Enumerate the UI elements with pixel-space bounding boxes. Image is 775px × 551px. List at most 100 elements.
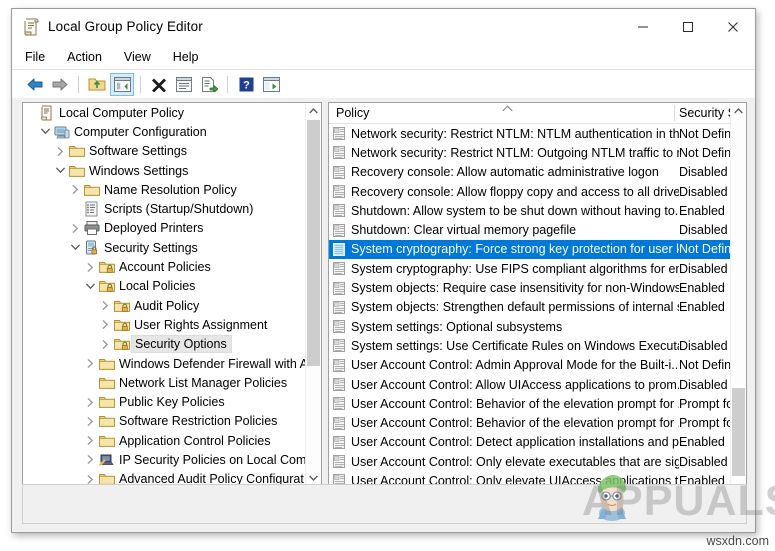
minimize-button[interactable] xyxy=(620,9,665,45)
policy-list-row[interactable]: System cryptography: Force strong key pr… xyxy=(329,239,731,260)
close-button[interactable] xyxy=(710,9,755,45)
policy-list-row[interactable]: System objects: Strengthen default permi… xyxy=(329,298,731,317)
policy-list-row[interactable]: Network security: Restrict NTLM: Outgoin… xyxy=(329,143,731,162)
help-icon[interactable]: ? xyxy=(234,73,258,96)
tree-item-public-key-policies[interactable]: Public Key Policies xyxy=(23,392,306,411)
chevron-right-icon[interactable] xyxy=(98,301,113,310)
tree-item-audit-policy[interactable]: Audit Policy xyxy=(23,296,306,315)
policy-security-setting: Prompt for cc xyxy=(679,396,731,411)
policy-list-row[interactable]: System settings: Use Certificate Rules o… xyxy=(329,336,731,355)
tree-item-scripts-startup-shutdown[interactable]: Scripts (Startup/Shutdown) xyxy=(23,199,306,218)
tree-item-label: IP Security Policies on Local Comp xyxy=(119,452,306,467)
tree-item-windows-defender-firewall-with-a[interactable]: Windows Defender Firewall with A xyxy=(23,354,306,373)
tree-item-name-resolution-policy[interactable]: Name Resolution Policy xyxy=(23,180,306,199)
up-folder-icon[interactable] xyxy=(85,73,109,96)
forward-icon[interactable] xyxy=(48,73,72,96)
console-tree[interactable]: Local Computer Policy Computer Configurat… xyxy=(23,103,306,486)
tree-item-user-rights-assignment[interactable]: User Rights Assignment xyxy=(23,315,306,334)
chevron-right-icon[interactable] xyxy=(68,185,83,195)
policy-security-setting: Not Defined xyxy=(679,126,731,141)
status-bar xyxy=(22,484,747,524)
export-list-icon[interactable] xyxy=(197,73,221,96)
chevron-down-icon[interactable] xyxy=(38,128,53,135)
tree-item-software-settings[interactable]: Software Settings xyxy=(23,142,306,161)
list-scroll-up-arrow[interactable] xyxy=(731,103,746,119)
chevron-right-icon[interactable] xyxy=(98,320,113,330)
menu-bar: File Action View Help xyxy=(12,45,755,69)
tree-item-account-policies[interactable]: Account Policies xyxy=(23,257,306,276)
policy-setting-icon xyxy=(333,204,347,218)
tree-item-ip-security-policies-on-local-comp[interactable]: IP Security Policies on Local Comp xyxy=(23,450,306,469)
policy-security-setting: Disabled xyxy=(679,377,728,392)
menu-action[interactable]: Action xyxy=(66,48,112,67)
policy-setting-icon xyxy=(333,281,347,295)
properties-icon[interactable] xyxy=(172,73,196,96)
tree-item-computer-configuration[interactable]: Computer Configuration xyxy=(23,122,306,141)
chevron-right-icon[interactable] xyxy=(98,339,113,349)
policy-list-row[interactable]: User Account Control: Detect application… xyxy=(329,433,731,452)
list-scroll-thumb[interactable] xyxy=(732,388,745,476)
sort-ascending-icon xyxy=(502,104,513,114)
back-icon[interactable] xyxy=(23,73,47,96)
policy-security-setting: Disabled xyxy=(679,338,728,353)
maximize-button[interactable] xyxy=(665,9,710,45)
tree-scroll-up-arrow[interactable] xyxy=(306,103,321,119)
chevron-right-icon[interactable] xyxy=(68,224,83,233)
tree-item-security-settings[interactable]: Security Settings xyxy=(23,238,306,257)
policy-list-row[interactable]: Recovery console: Allow floppy copy and … xyxy=(329,182,731,201)
show-hide-console-tree-icon[interactable] xyxy=(110,72,134,96)
policy-list-row[interactable]: Shutdown: Clear virtual memory pagefile D… xyxy=(329,220,731,239)
policy-list-row[interactable]: System settings: Optional subsystems xyxy=(329,317,731,336)
menu-file[interactable]: File xyxy=(24,48,55,67)
chevron-right-icon[interactable] xyxy=(83,417,98,426)
tree-item-network-list-manager-policies[interactable]: Network List Manager Policies xyxy=(23,373,306,392)
tree-item-application-control-policies[interactable]: Application Control Policies xyxy=(23,431,306,450)
policy-setting-icon xyxy=(333,358,347,372)
policy-list-row[interactable]: Network security: Restrict NTLM: NTLM au… xyxy=(329,124,731,143)
delete-icon[interactable] xyxy=(147,73,171,96)
chevron-down-icon[interactable] xyxy=(68,244,83,251)
chevron-right-icon[interactable] xyxy=(83,262,98,272)
folder-icon xyxy=(83,182,100,198)
chevron-right-icon[interactable] xyxy=(83,436,98,446)
list-vertical-scrollbar[interactable] xyxy=(730,103,746,501)
tree-item-local-policies[interactable]: Local Policies xyxy=(23,277,306,296)
tree-item-windows-settings[interactable]: Windows Settings xyxy=(23,161,306,180)
chevron-right-icon[interactable] xyxy=(83,397,98,407)
tree-item-label: Software Restriction Policies xyxy=(119,414,278,429)
toolbar-separator xyxy=(140,75,141,93)
menu-view[interactable]: View xyxy=(123,48,161,67)
chevron-right-icon[interactable] xyxy=(83,455,98,465)
policy-list-row[interactable]: Recovery console: Allow automatic admini… xyxy=(329,163,731,182)
column-header-policy[interactable]: Policy xyxy=(336,106,369,120)
policy-list-row[interactable]: Shutdown: Allow system to be shut down w… xyxy=(329,201,731,220)
chevron-right-icon[interactable] xyxy=(83,474,98,484)
chevron-right-icon[interactable] xyxy=(83,359,98,368)
policy-list-row[interactable]: System objects: Require case insensitivi… xyxy=(329,278,731,297)
policy-list-row[interactable]: User Account Control: Behavior of the el… xyxy=(329,394,731,413)
policy-list[interactable]: Network security: Restrict NTLM: NTLM au… xyxy=(329,124,731,486)
tree-item-local-computer-policy[interactable]: Local Computer Policy xyxy=(23,103,306,122)
tree-scroll-thumb[interactable] xyxy=(307,120,320,366)
policy-list-row[interactable]: System cryptography: Use FIPS compliant … xyxy=(329,259,731,278)
folder-icon xyxy=(98,375,115,391)
tree-item-software-restriction-policies[interactable]: Software Restriction Policies xyxy=(23,412,306,431)
toolbar-separator xyxy=(227,75,228,93)
tree-vertical-scrollbar[interactable] xyxy=(305,103,321,486)
policy-list-row[interactable]: User Account Control: Admin Approval Mod… xyxy=(329,356,731,375)
tree-item-security-options[interactable]: Security Options xyxy=(23,335,306,354)
chevron-down-icon[interactable] xyxy=(53,167,68,174)
tree-item-label: Local Computer Policy xyxy=(59,105,185,120)
policy-list-row[interactable]: User Account Control: Behavior of the el… xyxy=(329,413,731,432)
policy-list-row[interactable]: User Account Control: Only elevate execu… xyxy=(329,452,731,471)
policy-security-setting: Enabled xyxy=(679,435,725,450)
filter-icon[interactable] xyxy=(259,73,283,96)
tree-item-deployed-printers[interactable]: Deployed Printers xyxy=(23,219,306,238)
chevron-right-icon[interactable] xyxy=(53,146,68,156)
policy-list-row[interactable]: User Account Control: Allow UIAccess app… xyxy=(329,375,731,394)
column-divider[interactable] xyxy=(674,105,675,121)
policy-setting-icon xyxy=(333,223,347,237)
chevron-down-icon[interactable] xyxy=(83,283,98,290)
tree-item-label: Network List Manager Policies xyxy=(119,375,288,390)
menu-help[interactable]: Help xyxy=(172,48,209,67)
